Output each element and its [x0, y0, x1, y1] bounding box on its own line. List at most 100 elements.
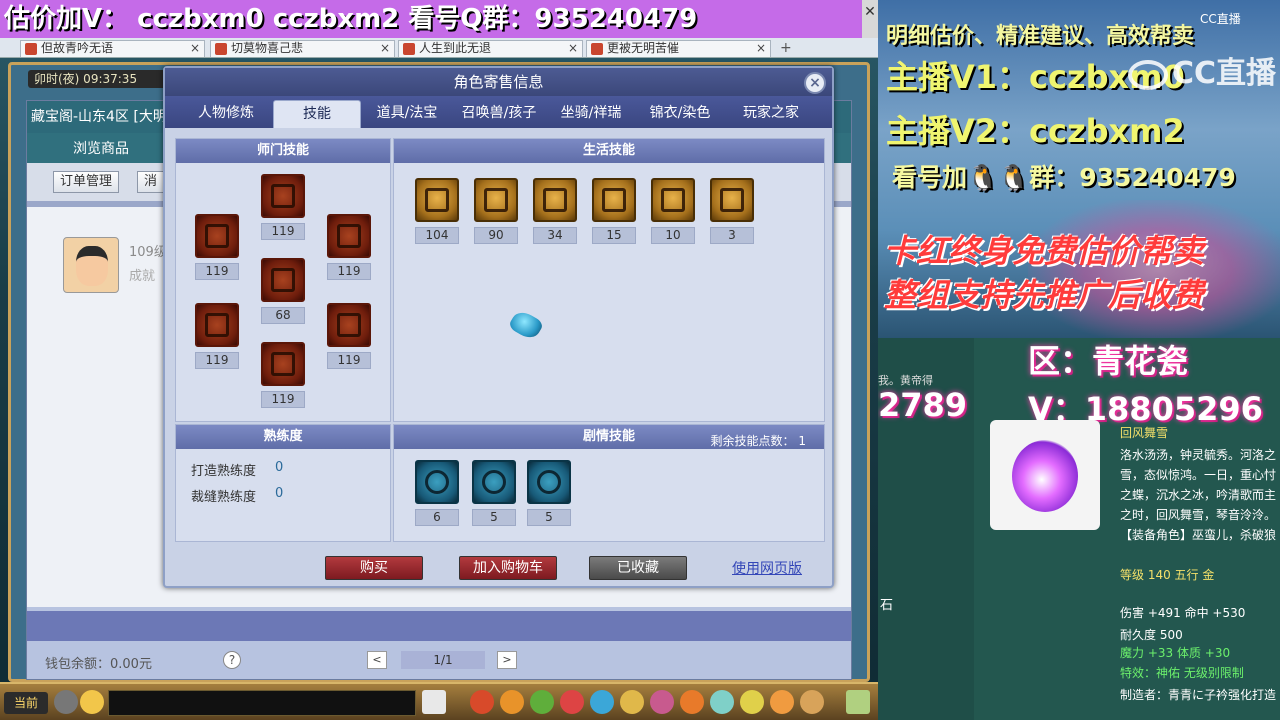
- quest-icon[interactable]: [680, 690, 704, 714]
- anchor-v2: 主播V2：cczbxm2: [886, 112, 1185, 150]
- school-skill[interactable]: 68: [261, 258, 305, 324]
- use-web-version-link[interactable]: 使用网页版: [732, 558, 802, 578]
- item-level: 等级 140 五行 金: [1120, 568, 1215, 582]
- friend-icon[interactable]: [590, 690, 614, 714]
- close-icon[interactable]: ×: [568, 41, 578, 56]
- current-channel-button[interactable]: 当前: [4, 692, 48, 714]
- school-skill[interactable]: 119: [261, 342, 305, 408]
- tab-mounts[interactable]: 坐骑/祥瑞: [547, 100, 635, 128]
- next-page-button[interactable]: >: [497, 651, 517, 669]
- team-icon[interactable]: [560, 690, 584, 714]
- role-sale-dialog: 角色寄售信息 × 人物修炼 技能 道具/法宝 召唤兽/孩子 坐骑/祥瑞 锦衣/染…: [163, 66, 834, 588]
- school-skill[interactable]: 119: [327, 214, 371, 280]
- story-skill-icon: [527, 460, 571, 504]
- life-skill[interactable]: 3: [710, 178, 754, 244]
- life-skill-icon: [474, 178, 518, 222]
- life-skill[interactable]: 15: [592, 178, 636, 244]
- avatar[interactable]: [63, 237, 119, 293]
- menu-icon[interactable]: [846, 690, 870, 714]
- reward-icon[interactable]: [770, 690, 794, 714]
- chat-icon[interactable]: [54, 690, 78, 714]
- skill-level: 3: [710, 227, 754, 244]
- skill-level: 5: [527, 509, 571, 526]
- close-icon[interactable]: ×: [804, 72, 826, 94]
- buy-button[interactable]: 购买: [325, 556, 423, 580]
- browser-tab[interactable]: 切莫物喜己悲 ×: [210, 40, 395, 57]
- tailoring-proficiency-value: 0: [275, 486, 284, 501]
- achievement-text: 成就: [129, 269, 156, 284]
- close-icon[interactable]: ×: [756, 41, 766, 56]
- life-skill[interactable]: 34: [533, 178, 577, 244]
- story-skill[interactable]: 5: [472, 460, 516, 526]
- school-skill[interactable]: 119: [195, 214, 239, 280]
- life-skill[interactable]: 90: [474, 178, 518, 244]
- order-manage-button[interactable]: 订单管理: [53, 171, 120, 193]
- school-skill[interactable]: 119: [261, 174, 305, 240]
- side-text: 石: [880, 598, 894, 613]
- skill-level: 119: [195, 352, 239, 369]
- banner-close-icon[interactable]: ✕: [862, 0, 878, 38]
- attack-icon[interactable]: [470, 690, 494, 714]
- message-button[interactable]: 消: [137, 171, 165, 193]
- promo-line: 明细估价、精准建议、高效帮卖: [886, 24, 1195, 49]
- dialog-tabs: 人物修炼 技能 道具/法宝 召唤兽/孩子 坐骑/祥瑞 锦衣/染色 玩家之家: [165, 96, 832, 128]
- card-icon[interactable]: [422, 690, 446, 714]
- item-special: 特效：神佑 无级别限制: [1120, 666, 1244, 680]
- item-durability: 耐久度 500: [1120, 628, 1183, 642]
- promo-red-line: 卡红终身免费估价帮卖: [884, 232, 1205, 270]
- life-skill[interactable]: 10: [651, 178, 695, 244]
- orb-icon: [1012, 440, 1078, 512]
- avatar-face: [76, 246, 108, 286]
- browser-tab[interactable]: 但故青吟无语 ×: [20, 40, 205, 57]
- tab-items[interactable]: 道具/法宝: [363, 100, 451, 128]
- close-icon[interactable]: ×: [190, 41, 200, 56]
- tab-skills[interactable]: 技能: [273, 100, 361, 128]
- browser-tab[interactable]: 人生到此无退 ×: [398, 40, 583, 57]
- story-skill[interactable]: 5: [527, 460, 571, 526]
- school-skill-icon: [261, 174, 305, 218]
- skill-level: 104: [415, 227, 459, 244]
- prev-page-button[interactable]: <: [367, 651, 387, 669]
- school-skill-icon: [195, 214, 239, 258]
- skill-level: 119: [327, 352, 371, 369]
- chat-input[interactable]: [108, 690, 416, 716]
- browser-tab-label: 切莫物喜己悲: [231, 41, 304, 55]
- school-skill[interactable]: 119: [327, 303, 371, 369]
- cc-logo-icon: [1128, 59, 1168, 90]
- server-region: 区：青花瓷: [1028, 342, 1189, 380]
- tab-favicon-icon: [215, 43, 227, 55]
- item-icon[interactable]: [500, 690, 524, 714]
- browser-tab[interactable]: 更被无明苦催 ×: [586, 40, 771, 57]
- add-to-cart-button[interactable]: 加入购物车: [459, 556, 557, 580]
- story-skills-title: 剧情技能: [582, 429, 635, 444]
- item-desc: 之蝶，沉水之冰，吟清歌而主: [1120, 488, 1277, 502]
- life-skill-icon: [415, 178, 459, 222]
- tab-character-training[interactable]: 人物修炼: [179, 100, 273, 128]
- favorited-button[interactable]: 已收藏: [589, 556, 687, 580]
- story-skill[interactable]: 6: [415, 460, 459, 526]
- guild-icon[interactable]: [650, 690, 674, 714]
- shop-icon[interactable]: [740, 690, 764, 714]
- school-skill[interactable]: 119: [195, 303, 239, 369]
- tab-costume[interactable]: 锦衣/染色: [635, 100, 725, 128]
- system-icon[interactable]: [800, 690, 824, 714]
- tab-pets[interactable]: 召唤兽/孩子: [451, 100, 547, 128]
- browser-tab-label: 但故青吟无语: [41, 41, 114, 55]
- skill-level: 5: [472, 509, 516, 526]
- map-icon[interactable]: [710, 690, 734, 714]
- tab-favicon-icon: [591, 43, 603, 55]
- tab-favicon-icon: [403, 43, 415, 55]
- help-icon[interactable]: ?: [223, 651, 241, 669]
- gift-icon[interactable]: [620, 690, 644, 714]
- tab-home[interactable]: 玩家之家: [727, 100, 815, 128]
- cc-watermark-small: CC直播: [1200, 12, 1241, 26]
- item-name: 回风舞雪: [1120, 426, 1169, 440]
- remaining-points: 剩余技能点数： 1: [710, 434, 806, 448]
- pet-icon[interactable]: [530, 690, 554, 714]
- new-tab-icon[interactable]: +: [780, 40, 792, 56]
- school-skill-icon: [327, 214, 371, 258]
- emote-icon[interactable]: [80, 690, 104, 714]
- close-icon[interactable]: ×: [380, 41, 390, 56]
- browse-goods-link[interactable]: 浏览商品: [73, 138, 129, 158]
- life-skill[interactable]: 104: [415, 178, 459, 244]
